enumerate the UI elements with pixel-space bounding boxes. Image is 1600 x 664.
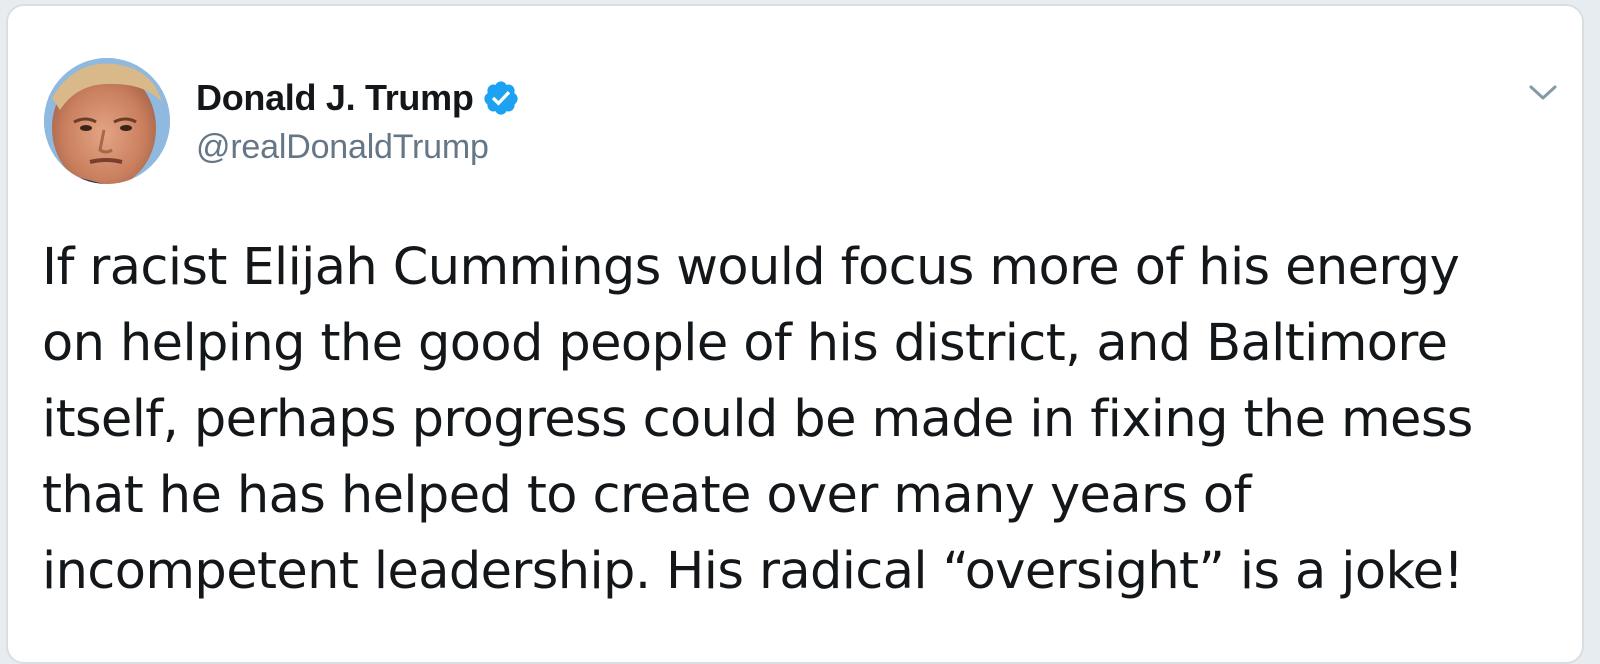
avatar[interactable] [44, 58, 170, 184]
chevron-down-icon[interactable] [1526, 78, 1560, 108]
author-display-name[interactable]: Donald J. Trump [196, 77, 474, 119]
profile-photo [44, 58, 170, 184]
tweet-card[interactable]: Donald J. Trump @realDonaldTrump If raci… [6, 4, 1584, 664]
verified-badge-icon [482, 79, 520, 117]
author-handle[interactable]: @realDonaldTrump [196, 128, 489, 167]
tweet-text: If racist Elijah Cummings would focus mo… [42, 238, 1473, 601]
author-name-row[interactable]: Donald J. Trump [196, 76, 520, 120]
